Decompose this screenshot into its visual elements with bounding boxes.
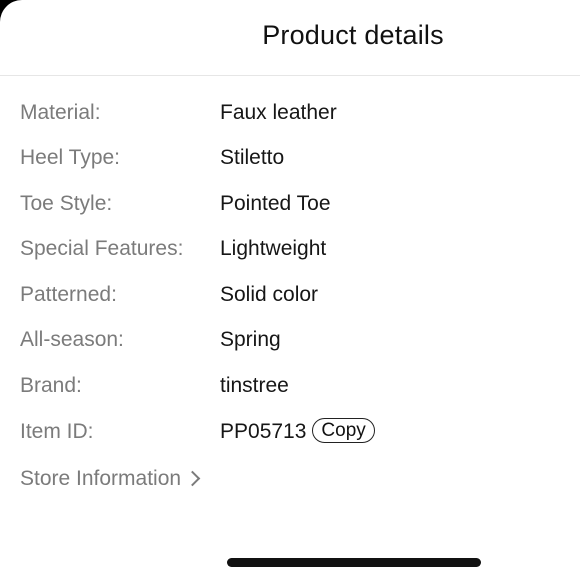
- detail-row-material: Material: Faux leather: [20, 98, 560, 128]
- detail-value: tinstree: [220, 374, 289, 397]
- detail-row-toe-style: Toe Style: Pointed Toe: [20, 189, 560, 219]
- detail-label: Material:: [20, 101, 101, 124]
- detail-value: Solid color: [220, 283, 319, 306]
- detail-value: Spring: [220, 328, 281, 351]
- home-indicator: [227, 558, 481, 567]
- detail-value: Pointed Toe: [220, 192, 331, 215]
- detail-label: Toe Style:: [20, 192, 113, 215]
- item-id-value: PP05713: [220, 420, 307, 443]
- detail-value: Stiletto: [220, 146, 285, 169]
- detail-row-special-features: Special Features: Lightweight: [20, 234, 560, 264]
- detail-value: Faux leather: [220, 101, 337, 124]
- page-title: Product details: [262, 20, 444, 50]
- detail-label: Heel Type:: [20, 146, 121, 169]
- header: Product details: [0, 0, 580, 76]
- detail-row-item-id: Item ID: PP05713 Copy: [20, 417, 560, 447]
- detail-value: Lightweight: [220, 237, 327, 260]
- store-information-label: Store Information: [20, 467, 182, 490]
- item-id-value-group: PP05713 Copy: [220, 417, 375, 447]
- detail-label: All-season:: [20, 328, 124, 351]
- product-details-sheet: Product details Material: Faux leather H…: [0, 0, 580, 580]
- detail-label: Brand:: [20, 374, 82, 397]
- copy-button[interactable]: Copy: [312, 418, 375, 443]
- detail-label: Special Features:: [20, 237, 184, 260]
- detail-row-all-season: All-season: Spring: [20, 325, 560, 355]
- detail-row-patterned: Patterned: Solid color: [20, 280, 560, 310]
- detail-row-brand: Brand: tinstree: [20, 371, 560, 401]
- chevron-right-icon: [184, 470, 201, 487]
- detail-row-heel-type: Heel Type: Stiletto: [20, 143, 560, 173]
- detail-label: Patterned:: [20, 283, 117, 306]
- store-information-link[interactable]: Store Information: [20, 464, 201, 494]
- detail-label: Item ID:: [20, 420, 94, 443]
